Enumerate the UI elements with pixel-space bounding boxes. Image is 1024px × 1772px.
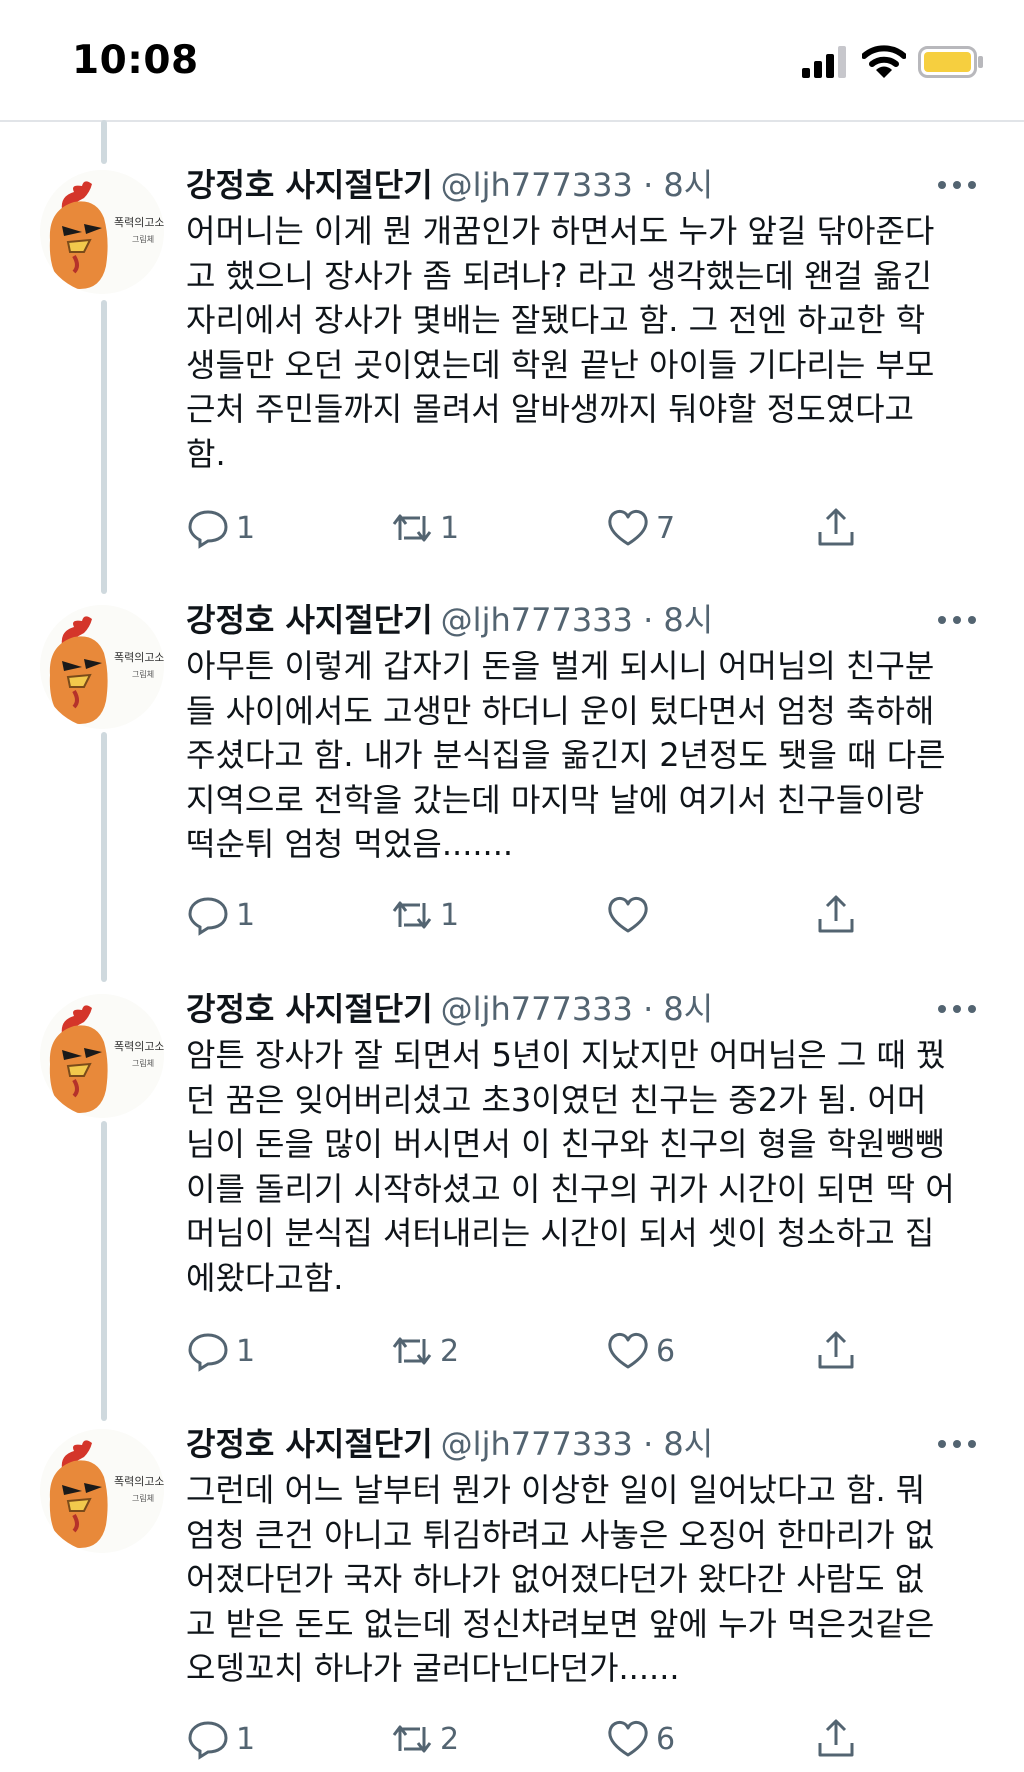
- rooster-avatar-icon: 폭력의고소장 그림체: [40, 994, 164, 1118]
- svg-text:폭력의고소장: 폭력의고소장: [114, 1475, 164, 1488]
- wifi-icon: [862, 45, 906, 78]
- retweet-count: 2: [440, 1721, 460, 1757]
- reply-count: 1: [236, 1333, 256, 1369]
- retweet-count: 2: [440, 1333, 460, 1369]
- reply-button[interactable]: 1: [186, 1326, 255, 1376]
- avatar[interactable]: 폭력의고소장 그림체: [40, 994, 164, 1118]
- tweet-text: 암튼 장사가 잘 되면서 5년이 지났지만 어머님은 그 때 꿨 던 꿈은 잊어…: [186, 1036, 955, 1297]
- reply-count: 1: [236, 510, 256, 546]
- thread-line: [101, 120, 107, 164]
- like-button[interactable]: 6: [606, 1326, 675, 1376]
- svg-text:그림체: 그림체: [132, 1493, 154, 1503]
- svg-text:폭력의고소장: 폭력의고소장: [114, 216, 164, 229]
- avatar[interactable]: 폭력의고소장 그림체: [40, 1429, 164, 1553]
- more-options-icon[interactable]: [936, 610, 978, 630]
- svg-text:그림체: 그림체: [132, 1058, 154, 1068]
- like-count: 6: [656, 1721, 676, 1757]
- heart-icon: [608, 896, 648, 933]
- reply-count: 1: [236, 897, 256, 933]
- share-icon: [818, 895, 854, 933]
- reply-count: 1: [236, 1721, 256, 1757]
- reply-icon: [188, 1721, 228, 1760]
- reply-icon: [188, 510, 228, 549]
- share-button[interactable]: [814, 503, 858, 553]
- reply-icon: [188, 1333, 228, 1372]
- share-icon: [818, 1331, 854, 1369]
- share-icon: [818, 508, 854, 546]
- like-button[interactable]: 6: [606, 1714, 675, 1764]
- retweet-button[interactable]: 2: [390, 1714, 459, 1764]
- share-button[interactable]: [814, 1326, 858, 1376]
- handle-timestamp[interactable]: @ljh777333 · 8시: [441, 601, 714, 639]
- handle-timestamp[interactable]: @ljh777333 · 8시: [441, 990, 714, 1028]
- status-bar: 10:08: [0, 0, 1024, 122]
- handle-timestamp[interactable]: @ljh777333 · 8시: [441, 166, 714, 204]
- tweet-actions: 1 2 6: [186, 1326, 986, 1376]
- retweet-icon: [392, 1725, 432, 1753]
- like-button[interactable]: 7: [606, 503, 675, 553]
- reply-button[interactable]: 1: [186, 890, 255, 940]
- tweet-text: 어머니는 이게 뭔 개꿈인가 하면서도 누가 앞길 닦아준다 고 했으니 장사가…: [186, 212, 935, 473]
- thread-line: [101, 732, 107, 982]
- like-count: 7: [656, 510, 676, 546]
- heart-icon: [608, 1332, 648, 1369]
- status-time: 10:08: [72, 38, 199, 83]
- battery-icon: [918, 46, 983, 78]
- display-name[interactable]: 강정호 사지절단기: [186, 1425, 433, 1463]
- svg-text:그림체: 그림체: [132, 669, 154, 679]
- svg-text:그림체: 그림체: [132, 234, 154, 244]
- like-count: 6: [656, 1333, 676, 1369]
- tweet-text: 그런데 어느 날부터 뭔가 이상한 일이 일어났다고 함. 뭐 엄청 큰건 아니…: [186, 1471, 935, 1687]
- reply-button[interactable]: 1: [186, 503, 255, 553]
- avatar[interactable]: 폭력의고소장 그림체: [40, 170, 164, 294]
- retweet-icon: [392, 1337, 432, 1365]
- retweet-button[interactable]: 1: [390, 890, 459, 940]
- display-name[interactable]: 강정호 사지절단기: [186, 990, 433, 1028]
- svg-text:폭력의고소장: 폭력의고소장: [114, 1040, 164, 1053]
- tweet-actions: 1 1 7: [186, 503, 986, 553]
- heart-icon: [608, 1720, 648, 1757]
- reply-button[interactable]: 1: [186, 1714, 255, 1764]
- handle-timestamp[interactable]: @ljh777333 · 8시: [441, 1425, 714, 1463]
- display-name[interactable]: 강정호 사지절단기: [186, 601, 433, 639]
- retweet-button[interactable]: 1: [390, 503, 459, 553]
- rooster-avatar-icon: 폭력의고소장 그림체: [40, 605, 164, 729]
- heart-icon: [608, 509, 648, 546]
- more-options-icon[interactable]: [936, 1434, 978, 1454]
- reply-icon: [188, 897, 228, 936]
- retweet-icon: [392, 514, 432, 542]
- tweet-header: 강정호 사지절단기 @ljh777333 · 8시: [186, 600, 713, 640]
- tweet-header: 강정호 사지절단기 @ljh777333 · 8시: [186, 989, 713, 1029]
- svg-text:폭력의고소장: 폭력의고소장: [114, 651, 164, 664]
- like-button[interactable]: [606, 890, 656, 940]
- display-name[interactable]: 강정호 사지절단기: [186, 166, 433, 204]
- share-icon: [818, 1719, 854, 1757]
- avatar[interactable]: 폭력의고소장 그림체: [40, 605, 164, 729]
- thread-line: [101, 1121, 107, 1421]
- tweet-actions: 1 1: [186, 890, 986, 940]
- share-button[interactable]: [814, 890, 858, 940]
- retweet-count: 1: [440, 897, 460, 933]
- retweet-count: 1: [440, 510, 460, 546]
- tweet-header: 강정호 사지절단기 @ljh777333 · 8시: [186, 165, 713, 205]
- retweet-button[interactable]: 2: [390, 1326, 459, 1376]
- more-options-icon[interactable]: [936, 999, 978, 1019]
- tweet-actions: 1 2 6: [186, 1714, 986, 1764]
- thread-line: [101, 300, 107, 594]
- tweet-text: 아무튼 이렇게 갑자기 돈을 벌게 되시니 어머님의 친구분 들 사이에서도 고…: [186, 647, 946, 863]
- cellular-signal-icon: [802, 46, 846, 78]
- tweet-header: 강정호 사지절단기 @ljh777333 · 8시: [186, 1424, 713, 1464]
- share-button[interactable]: [814, 1714, 858, 1764]
- retweet-icon: [392, 901, 432, 929]
- rooster-avatar-icon: 폭력의고소장 그림체: [40, 170, 164, 294]
- rooster-avatar-icon: 폭력의고소장 그림체: [40, 1429, 164, 1553]
- more-options-icon[interactable]: [936, 175, 978, 195]
